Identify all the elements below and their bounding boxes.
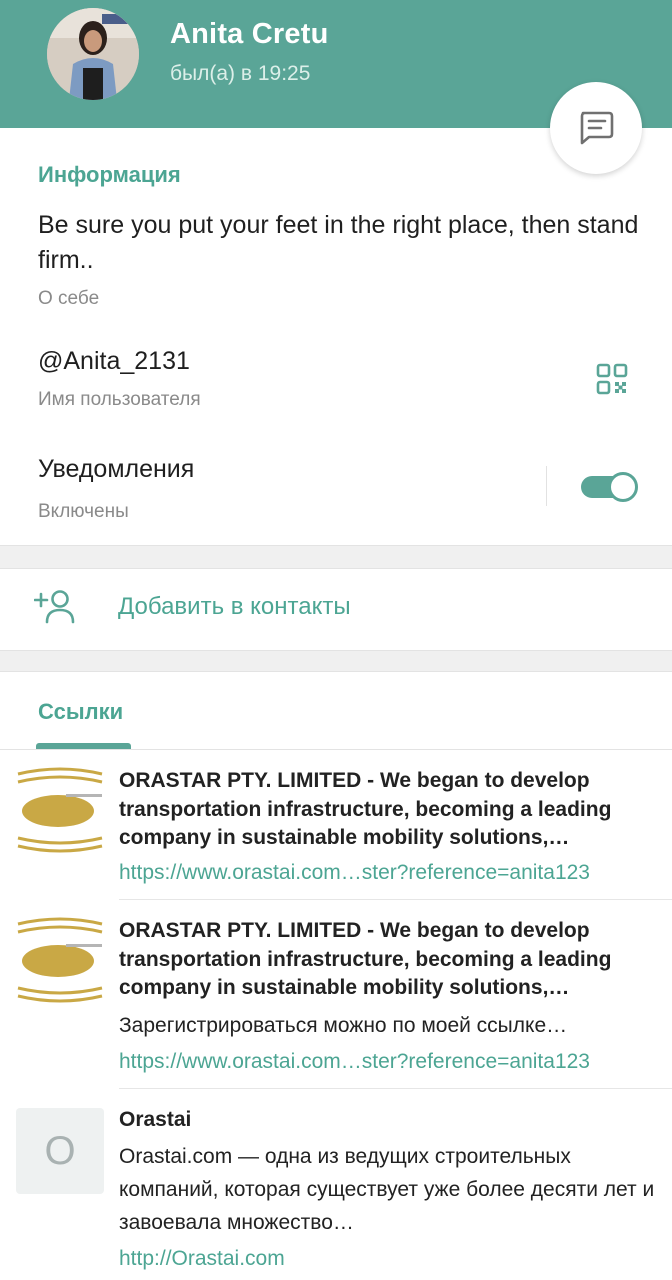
last-seen-status: был(а) в 19:25 bbox=[170, 62, 311, 85]
username-text[interactable]: @Anita_2131 bbox=[38, 344, 190, 379]
link-url[interactable]: https://www.orastai.com…ster?reference=a… bbox=[119, 861, 590, 885]
chat-icon bbox=[580, 111, 614, 145]
avatar[interactable] bbox=[47, 8, 139, 100]
link-description: Orastai.com — одна из ведущих строительн… bbox=[119, 1145, 655, 1234]
section-separator bbox=[0, 545, 672, 569]
link-title: ORASTAR PTY. LIMITED - We began to devel… bbox=[119, 919, 612, 999]
notifications-state: Включены bbox=[38, 501, 129, 522]
orastar-logo-icon bbox=[16, 916, 104, 1004]
qr-code-icon[interactable] bbox=[596, 363, 628, 395]
profile-name: Anita Cretu bbox=[170, 18, 329, 50]
link-description: Зарегистрироваться можно по моей ссылке… bbox=[119, 1014, 568, 1037]
notifications-title: Уведомления bbox=[38, 455, 195, 483]
link-title: ORASTAR PTY. LIMITED - We began to devel… bbox=[119, 769, 612, 849]
toggle-knob bbox=[608, 472, 638, 502]
message-button[interactable] bbox=[550, 82, 642, 174]
tab-links[interactable]: Ссылки bbox=[38, 699, 123, 725]
link-url[interactable]: https://www.orastai.com…ster?reference=a… bbox=[119, 1050, 590, 1074]
username-label: Имя пользователя bbox=[38, 389, 201, 410]
orastar-logo-icon bbox=[16, 766, 104, 854]
link-thumbnail: O bbox=[16, 1108, 104, 1194]
add-user-icon bbox=[33, 589, 76, 625]
info-section-title: Информация bbox=[38, 162, 181, 187]
section-separator bbox=[0, 650, 672, 672]
bio-text: Be sure you put your feet in the right p… bbox=[38, 211, 639, 274]
add-contact-button[interactable]: Добавить в контакты bbox=[118, 593, 351, 621]
divider bbox=[546, 466, 547, 506]
link-title: Orastai bbox=[119, 1108, 192, 1131]
notifications-toggle[interactable] bbox=[581, 472, 638, 502]
link-url[interactable]: http://Orastai.com bbox=[119, 1247, 285, 1271]
bio-label: О себе bbox=[38, 288, 100, 309]
